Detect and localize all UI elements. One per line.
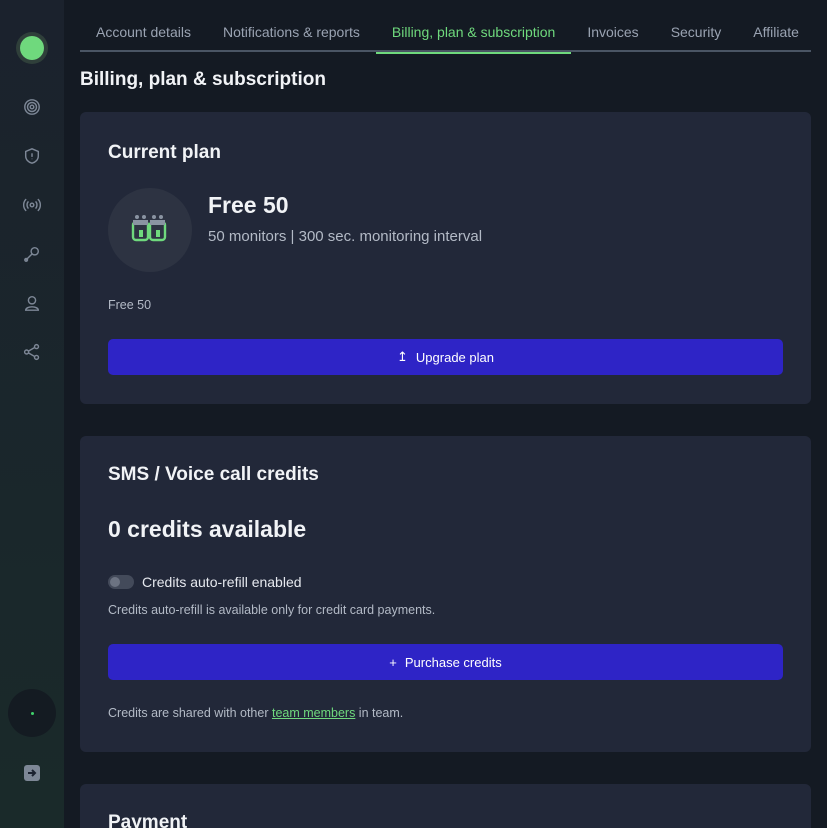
plus-icon: + bbox=[389, 654, 397, 670]
plan-badge-icon bbox=[108, 188, 192, 272]
current-plan-card: Current plan Free 50 50 monitors | 300 s… bbox=[80, 112, 811, 404]
logo[interactable] bbox=[16, 32, 48, 64]
tab-affiliate[interactable]: Affiliate bbox=[737, 14, 815, 52]
shared-suffix: in team. bbox=[355, 706, 404, 720]
incidents-shield-icon[interactable] bbox=[22, 146, 42, 166]
tab-security[interactable]: Security bbox=[655, 14, 738, 52]
tab-billing[interactable]: Billing, plan & subscription bbox=[375, 14, 572, 54]
sms-credits-title: SMS / Voice call credits bbox=[108, 464, 319, 485]
plan-label: Free 50 bbox=[108, 298, 152, 312]
integrations-share-icon[interactable] bbox=[22, 342, 42, 362]
upgrade-arrow-icon: ↥ bbox=[397, 349, 408, 364]
tab-invoices[interactable]: Invoices bbox=[571, 14, 654, 52]
payment-card: Payment bbox=[80, 784, 811, 828]
status-indicator[interactable] bbox=[8, 689, 56, 737]
upgrade-plan-label: Upgrade plan bbox=[415, 349, 494, 365]
status-broadcast-icon[interactable] bbox=[22, 195, 42, 215]
settings-tabs: Account details Notifications & reports … bbox=[80, 14, 811, 54]
tab-account-details[interactable]: Account details bbox=[80, 14, 207, 52]
maintenance-wrench-icon[interactable] bbox=[22, 244, 42, 264]
tab-notifications-reports[interactable]: Notifications & reports bbox=[207, 14, 376, 52]
payment-title: Payment bbox=[108, 812, 188, 828]
credits-available: 0 credits available bbox=[108, 516, 307, 542]
sms-credits-card: SMS / Voice call credits 0 credits avail… bbox=[80, 436, 811, 752]
monitors-icon[interactable] bbox=[22, 97, 42, 117]
shared-prefix: Credits are shared with other bbox=[108, 706, 272, 720]
sidebar bbox=[0, 0, 64, 828]
page-title: Billing, plan & subscription bbox=[80, 69, 326, 90]
status-dot bbox=[30, 711, 34, 715]
logout-icon[interactable] bbox=[24, 765, 40, 781]
team-members-link[interactable]: team members bbox=[272, 706, 355, 720]
auto-refill-label: Credits auto-refill enabled bbox=[142, 574, 302, 590]
current-plan-title: Current plan bbox=[108, 142, 221, 163]
credits-shared-note: Credits are shared with other team membe… bbox=[108, 706, 403, 720]
upgrade-plan-button[interactable]: ↥ Upgrade plan bbox=[108, 339, 783, 375]
auto-refill-toggle[interactable] bbox=[108, 575, 134, 589]
plan-description: 50 monitors | 300 sec. monitoring interv… bbox=[208, 228, 483, 245]
team-user-icon[interactable] bbox=[22, 293, 42, 313]
purchase-credits-label: Purchase credits bbox=[404, 654, 502, 670]
plan-name: Free 50 bbox=[208, 192, 289, 218]
auto-refill-note: Credits auto-refill is available only fo… bbox=[108, 603, 436, 617]
purchase-credits-button[interactable]: + Purchase credits bbox=[108, 644, 783, 680]
